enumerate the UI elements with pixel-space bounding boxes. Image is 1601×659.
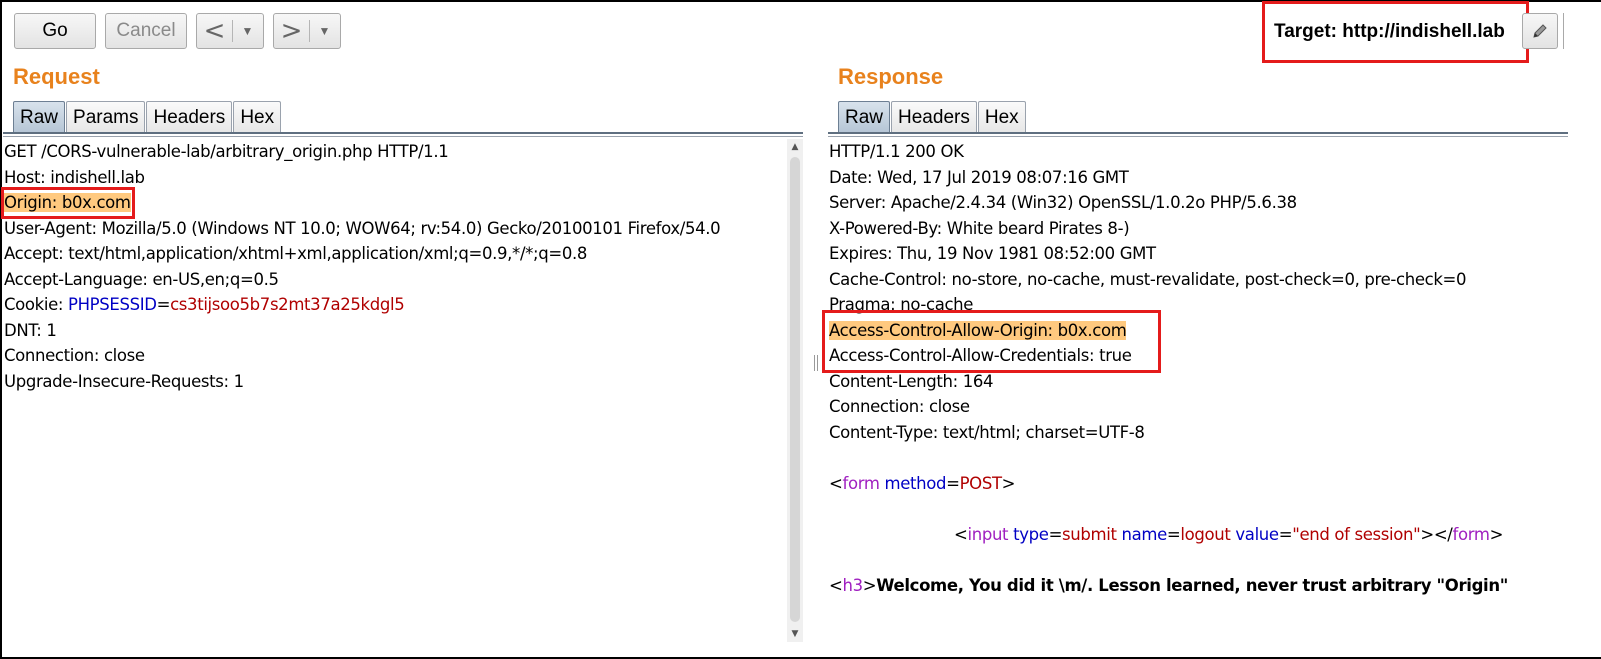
cancel-label: Cancel <box>116 20 176 41</box>
forward-dropdown-icon[interactable]: ▼ <box>310 24 340 38</box>
lt: < <box>829 473 843 493</box>
request-title: Request <box>13 64 100 89</box>
scroll-up-icon[interactable]: ▲ <box>787 139 803 155</box>
edit-target-button[interactable] <box>1522 13 1558 49</box>
request-tab-underline <box>3 132 803 137</box>
request-tab-hex[interactable]: Hex <box>233 101 282 133</box>
request-line: GET /CORS-vulnerable-lab/arbitrary_origi… <box>4 142 449 161</box>
content-type-header: Content-Type: text/html; charset=UTF-8 <box>829 422 1145 442</box>
tag-name: form <box>1452 524 1490 544</box>
pencil-icon <box>1533 24 1547 38</box>
dnt-header: DNT: 1 <box>4 320 57 340</box>
origin-annotation-box <box>1 187 135 219</box>
eq: = <box>946 473 960 493</box>
input-line: <input type=submit name=logout value="en… <box>954 524 1504 544</box>
cookie-value: cs3tijsoo5b7s2mt37a25kdgl5 <box>170 295 405 314</box>
tag-name: h3 <box>842 575 863 595</box>
server-header: Server: Apache/2.4.34 (Win32) OpenSSL/1.… <box>829 193 1297 212</box>
forward-button[interactable]: > ▼ <box>273 13 341 49</box>
h3-line: <h3>Welcome, You did it \m/. Lesson lear… <box>829 573 1569 599</box>
scroll-thumb[interactable] <box>790 157 800 622</box>
cookie-name: PHPSESSID <box>68 295 157 314</box>
attr-name: value <box>1235 524 1279 544</box>
forward-arrow-icon: > <box>280 16 303 46</box>
gt: > <box>1489 524 1504 544</box>
attr-name: type <box>1013 524 1049 544</box>
cookie-header: Cookie: PHPSESSID=cs3tijsoo5b7s2mt37a25k… <box>4 292 786 318</box>
back-dropdown-icon[interactable]: ▼ <box>233 24 263 38</box>
lt: < <box>829 575 843 595</box>
response-tab-hex[interactable]: Hex <box>977 101 1026 133</box>
upgrade-header: Upgrade-Insecure-Requests: 1 <box>4 371 244 391</box>
h3-text: Welcome, You did it \m/. Lesson learned,… <box>876 575 1508 595</box>
status-line: HTTP/1.1 200 OK <box>829 142 964 161</box>
response-tab-headers[interactable]: Headers <box>891 101 977 133</box>
accept-language-header: Accept-Language: en-US,en;q=0.5 <box>4 269 279 289</box>
lt: < <box>954 524 968 544</box>
request-scrollbar[interactable]: ▲ ▼ <box>787 139 803 642</box>
request-tab-params[interactable]: Params <box>66 101 146 133</box>
request-editor[interactable]: GET /CORS-vulnerable-lab/arbitrary_origi… <box>4 139 786 394</box>
gt: > <box>1001 473 1016 493</box>
go-label: Go <box>42 20 68 41</box>
cookie-eq: = <box>156 295 171 314</box>
powered-by-header: X-Powered-By: White beard Pirates 8-) <box>829 218 1130 238</box>
attr-value: logout <box>1180 524 1231 544</box>
attr-value: submit <box>1062 524 1117 544</box>
cache-control-header: Cache-Control: no-store, no-cache, must-… <box>829 269 1467 289</box>
scroll-down-icon[interactable]: ▼ <box>787 626 803 642</box>
response-tab-underline <box>828 132 1568 137</box>
cancel-button[interactable]: Cancel <box>105 13 187 49</box>
request-tab-raw[interactable]: Raw <box>13 101 66 133</box>
attr-value: POST <box>959 473 1002 493</box>
back-button[interactable]: < ▼ <box>196 13 264 49</box>
connection-header: Connection: close <box>4 346 145 365</box>
response-tabs: Raw Headers Hex <box>838 101 1027 133</box>
split-pane-handle[interactable] <box>814 355 818 371</box>
tag-name: form <box>842 473 880 493</box>
cookie-prefix: Cookie: <box>4 295 69 314</box>
response-tab-raw[interactable]: Raw <box>838 101 891 133</box>
attr-value: "end of session" <box>1292 524 1421 544</box>
request-tabs: Raw Params Headers Hex <box>13 101 282 133</box>
date-header: Date: Wed, 17 Jul 2019 08:07:16 GMT <box>829 167 1129 187</box>
user-agent-header: User-Agent: Mozilla/5.0 (Windows NT 10.0… <box>4 218 721 238</box>
gt: > <box>862 575 877 595</box>
request-tab-headers[interactable]: Headers <box>146 101 233 133</box>
attr-name: method <box>884 473 947 493</box>
target-label: Target: http://indishell.lab <box>1262 1 1529 63</box>
target-text: Target: http://indishell.lab <box>1274 21 1505 42</box>
accept-header: Accept: text/html,application/xhtml+xml,… <box>4 244 588 263</box>
response-title: Response <box>838 64 944 89</box>
form-open-line: <form method=POST> <box>829 471 1569 497</box>
help-button[interactable] <box>1563 13 1573 49</box>
close-bracket: ></ <box>1420 524 1453 544</box>
back-arrow-icon: < <box>203 16 226 46</box>
connection-header: Connection: close <box>829 397 970 416</box>
expires-header: Expires: Thu, 19 Nov 1981 08:52:00 GMT <box>829 244 1156 263</box>
tag-name: input <box>967 524 1009 544</box>
attr-name: name <box>1121 524 1168 544</box>
go-button[interactable]: Go <box>14 13 96 49</box>
acao-annotation-box <box>822 310 1161 373</box>
